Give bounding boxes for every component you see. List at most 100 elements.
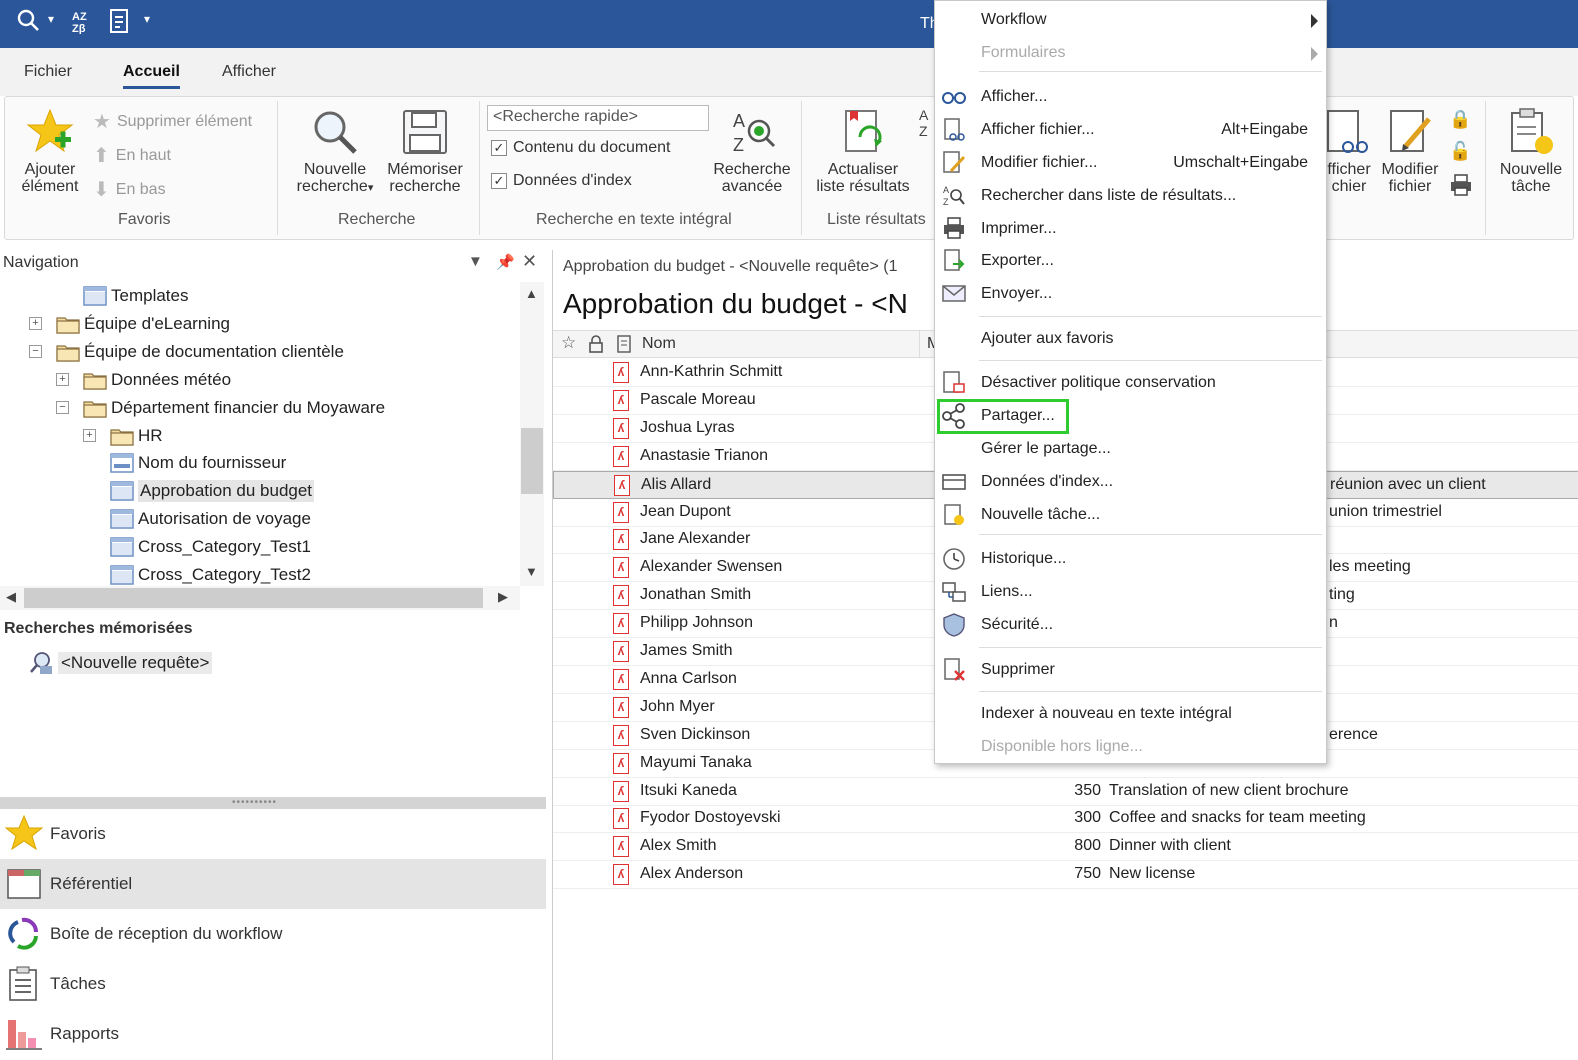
chevron-down-icon[interactable]: ▼ bbox=[468, 253, 483, 270]
table-row[interactable]: ʎ Fyodor Dostoyevski 300 Coffee and snacks … bbox=[553, 805, 1578, 834]
nav-pane-item[interactable]: Favoris bbox=[0, 809, 546, 859]
table-row[interactable]: ʎ Itsuki Kaneda 350 Translation of new clie… bbox=[553, 778, 1578, 806]
pdf-icon: ʎ bbox=[613, 641, 629, 662]
collapse-icon[interactable]: − bbox=[29, 344, 42, 358]
doc-column-icon[interactable] bbox=[617, 335, 631, 358]
menu-item-disponible-hors-ligne[interactable]: Disponible hors ligne... bbox=[935, 732, 1326, 762]
menu-item-exporter[interactable]: Exporter... bbox=[935, 246, 1326, 276]
dropdown-icon[interactable]: ▾ bbox=[48, 12, 54, 26]
content-checkbox-row[interactable]: ✓ Contenu du document bbox=[491, 139, 670, 157]
export-icon bbox=[941, 249, 967, 273]
tree-vertical-scroll-thumb[interactable] bbox=[521, 428, 543, 494]
nav-pane-item[interactable]: Tâches bbox=[0, 959, 546, 1009]
row-amount: 300 bbox=[1074, 809, 1101, 827]
tree-item[interactable]: + Données météo bbox=[56, 366, 231, 394]
tree-item[interactable]: Nom du fournisseur bbox=[110, 449, 286, 477]
menu-item-liens[interactable]: Liens... bbox=[935, 577, 1326, 607]
printer-icon[interactable] bbox=[1449, 173, 1473, 202]
sort-az-icon[interactable]: AZ Zβ bbox=[70, 8, 96, 40]
nav-pane-item[interactable]: Référentiel bbox=[0, 859, 546, 909]
menu-item-workflow[interactable]: Workflow bbox=[935, 5, 1326, 35]
unlock-icon[interactable]: 🔓 bbox=[1449, 141, 1471, 162]
tree-item[interactable]: Autorisation de voyage bbox=[110, 505, 311, 533]
floppy-disk-icon bbox=[403, 110, 447, 154]
folder-icon bbox=[83, 400, 107, 418]
document-icon[interactable] bbox=[108, 8, 134, 40]
sort-icon[interactable]: AZ bbox=[919, 107, 928, 139]
tab-accueil[interactable]: Accueil bbox=[123, 63, 180, 89]
tree-item[interactable]: Cross_Category_Test2 bbox=[110, 561, 311, 586]
nav-pane-item[interactable]: Rapports bbox=[0, 1009, 546, 1059]
menu-item-modifier-fichier[interactable]: Modifier fichier... Umschalt+Eingabe bbox=[935, 148, 1326, 178]
scroll-left-icon[interactable]: ◀ bbox=[6, 589, 16, 605]
menu-item-gérer-le-partage[interactable]: Gérer le partage... bbox=[935, 434, 1326, 464]
star-add-icon bbox=[26, 108, 74, 153]
tree-item[interactable]: − Département financier du Moyaware bbox=[56, 394, 385, 422]
tree-item[interactable]: + HR bbox=[83, 422, 163, 450]
expand-icon[interactable]: + bbox=[56, 372, 69, 386]
saved-query-item[interactable]: <Nouvelle requête> bbox=[28, 650, 213, 676]
tree-item[interactable]: Cross_Category_Test1 bbox=[110, 533, 311, 561]
edit-file-button[interactable]: Modifier fichier bbox=[1375, 107, 1445, 195]
scroll-right-icon[interactable]: ▶ bbox=[498, 589, 508, 605]
index-checkbox-row[interactable]: ✓ Données d'index bbox=[491, 172, 632, 190]
close-icon[interactable]: ✕ bbox=[522, 251, 537, 272]
move-down-button[interactable]: ⬇ En bas bbox=[93, 177, 166, 202]
pane-splitter[interactable]: •••••••••• bbox=[0, 797, 546, 809]
menu-item-formulaires[interactable]: Formulaires bbox=[935, 38, 1326, 68]
menu-item-afficher[interactable]: Afficher... bbox=[935, 82, 1326, 112]
menu-item-désactiver-politique-conservation[interactable]: Désactiver politique conservation bbox=[935, 368, 1326, 398]
menu-item-sécurité[interactable]: Sécurité... bbox=[935, 610, 1326, 640]
pin-icon[interactable]: 📌 bbox=[496, 253, 515, 271]
lock-column-icon[interactable] bbox=[588, 335, 604, 358]
content-checkbox[interactable]: ✓ bbox=[491, 140, 507, 156]
expand-icon[interactable]: + bbox=[83, 428, 96, 442]
move-up-button[interactable]: ⬆ En haut bbox=[93, 143, 171, 168]
view-file-button[interactable]: fficher chier bbox=[1323, 107, 1375, 195]
scroll-up-icon[interactable]: ▲ bbox=[525, 286, 538, 301]
menu-item-imprimer[interactable]: Imprimer... bbox=[935, 214, 1326, 244]
menu-item-données-d-index[interactable]: Données d'index... bbox=[935, 467, 1326, 497]
results-tab[interactable]: Approbation du budget - <Nouvelle requêt… bbox=[563, 258, 897, 276]
menu-item-nouvelle-tâche[interactable]: Nouvelle tâche... bbox=[935, 500, 1326, 530]
new-task-icon bbox=[941, 503, 967, 527]
menu-item-historique[interactable]: Historique... bbox=[935, 544, 1326, 574]
new-search-button[interactable]: Nouvelle recherche▾ bbox=[287, 107, 383, 197]
collapse-icon[interactable]: − bbox=[56, 400, 69, 414]
advanced-search-button[interactable]: AZ Recherche avancée bbox=[707, 107, 797, 195]
lock-icon[interactable]: 🔒 bbox=[1449, 109, 1471, 130]
tab-fichier[interactable]: Fichier bbox=[24, 63, 72, 81]
scroll-down-icon[interactable]: ▼ bbox=[525, 564, 538, 579]
tab-afficher[interactable]: Afficher bbox=[222, 63, 276, 81]
save-search-button[interactable]: Mémoriser recherche bbox=[383, 107, 467, 195]
refresh-results-button[interactable]: Actualiser liste résultats bbox=[811, 107, 915, 195]
tree-horizontal-scroll-thumb[interactable] bbox=[24, 588, 483, 608]
quick-search-input[interactable]: <Recherche rapide> bbox=[487, 105, 709, 131]
table-row[interactable]: ʎ Alex Smith 800 Dinner with client bbox=[553, 833, 1578, 862]
menu-item-rechercher-dans-liste-de-résultats[interactable]: A Z Rechercher dans liste de résultats... bbox=[935, 181, 1326, 211]
menu-item-afficher-fichier[interactable]: Afficher fichier... Alt+Eingabe bbox=[935, 115, 1326, 145]
ribbon: Ajouter élément ★ Supprimer élément ⬆ En… bbox=[4, 96, 1574, 240]
index-checkbox[interactable]: ✓ bbox=[491, 173, 507, 189]
menu-separator bbox=[979, 71, 1322, 72]
tree-item[interactable]: Approbation du budget bbox=[110, 477, 315, 505]
tree-item[interactable]: + Équipe d'eLearning bbox=[29, 310, 230, 338]
expand-icon[interactable]: + bbox=[29, 316, 42, 330]
menu-item-envoyer[interactable]: Envoyer... bbox=[935, 279, 1326, 309]
ribbon-separator bbox=[801, 101, 802, 235]
customize-icon[interactable]: ▾ bbox=[144, 12, 150, 26]
column-header-name[interactable]: Nom bbox=[642, 335, 676, 353]
nav-pane-item[interactable]: Boîte de réception du workflow bbox=[0, 909, 546, 959]
menu-item-supprimer[interactable]: Supprimer bbox=[935, 655, 1326, 685]
pdf-icon: ʎ bbox=[613, 557, 629, 579]
star-column-icon[interactable]: ☆ bbox=[561, 333, 576, 353]
tree-item[interactable]: Templates bbox=[83, 282, 188, 310]
table-row[interactable]: ʎ Alex Anderson 750 New license bbox=[553, 861, 1578, 890]
tree-item[interactable]: − Équipe de documentation clientèle bbox=[29, 338, 344, 366]
new-task-button[interactable]: Nouvelle tâche bbox=[1493, 107, 1569, 195]
add-favorite-button[interactable]: Ajouter élément bbox=[15, 107, 85, 195]
menu-item-ajouter-aux-favoris[interactable]: Ajouter aux favoris bbox=[935, 324, 1326, 354]
menu-item-indexer-à-nouveau-en-texte-intégral[interactable]: Indexer à nouveau en texte intégral bbox=[935, 699, 1326, 729]
remove-favorite-button[interactable]: ★ Supprimer élément bbox=[93, 109, 252, 134]
search-icon[interactable] bbox=[16, 8, 40, 38]
